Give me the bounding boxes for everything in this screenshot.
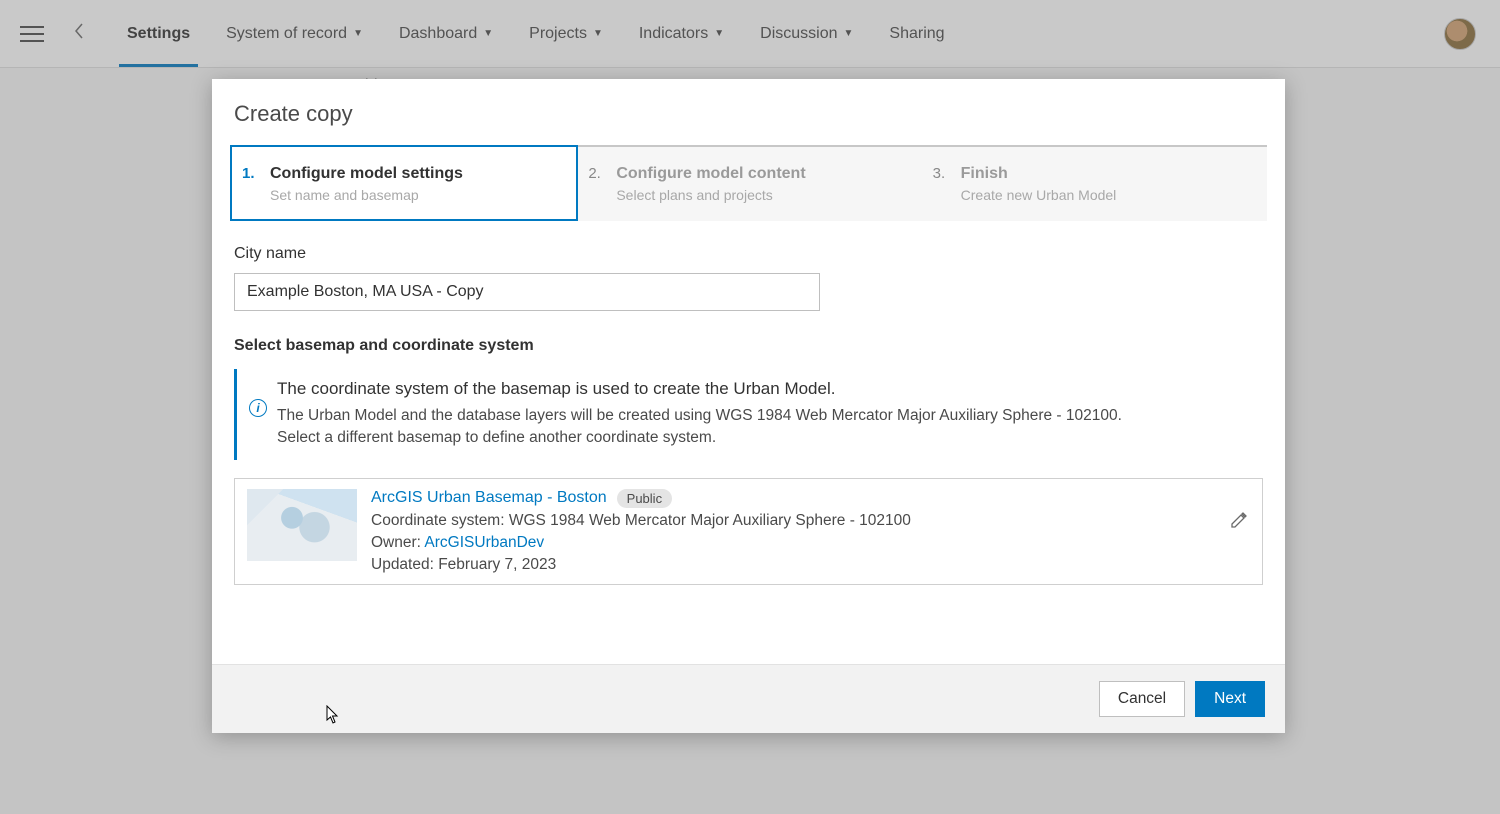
step-number: 1.	[242, 165, 260, 203]
step-number: 2.	[588, 165, 606, 205]
basemap-thumbnail	[247, 489, 357, 561]
dialog-body: City name Select basemap and coordinate …	[212, 221, 1285, 664]
info-text-2: Select a different basemap to define ano…	[277, 427, 1251, 449]
step-2[interactable]: 2. Configure model content Select plans …	[578, 145, 922, 221]
basemap-card: ArcGIS Urban Basemap - Boston Public Coo…	[234, 478, 1263, 585]
info-title: The coordinate system of the basemap is …	[277, 379, 1251, 399]
cursor-icon	[326, 705, 340, 725]
step-1[interactable]: 1. Configure model settings Set name and…	[230, 145, 578, 221]
next-button[interactable]: Next	[1195, 681, 1265, 717]
owner-link[interactable]: ArcGISUrbanDev	[424, 534, 544, 551]
basemap-crs: Coordinate system: WGS 1984 Web Mercator…	[371, 512, 1250, 530]
basemap-updated: Updated: February 7, 2023	[371, 556, 1250, 574]
basemap-card-body: ArcGIS Urban Basemap - Boston Public Coo…	[371, 489, 1250, 574]
step-title: Configure model settings	[270, 165, 463, 183]
step-number: 3.	[933, 165, 951, 205]
step-title: Configure model content	[616, 165, 805, 183]
dialog-title: Create copy	[212, 79, 1285, 145]
basemap-owner: Owner: ArcGISUrbanDev	[371, 534, 1250, 552]
step-subtitle: Select plans and projects	[616, 187, 805, 203]
step-3[interactable]: 3. Finish Create new Urban Model	[923, 145, 1267, 221]
step-subtitle: Set name and basemap	[270, 187, 463, 203]
cancel-button[interactable]: Cancel	[1099, 681, 1185, 717]
basemap-section-label: Select basemap and coordinate system	[234, 337, 1263, 355]
step-title: Finish	[961, 165, 1117, 183]
basemap-title-link[interactable]: ArcGIS Urban Basemap - Boston	[371, 489, 607, 507]
info-text-1: The Urban Model and the database layers …	[277, 405, 1251, 427]
dialog-footer: Cancel Next	[212, 664, 1285, 733]
city-name-input[interactable]	[234, 273, 820, 311]
create-copy-dialog: Create copy 1. Configure model settings …	[212, 79, 1285, 733]
edit-basemap-button[interactable]	[1230, 511, 1248, 534]
city-name-label: City name	[234, 245, 1263, 263]
info-icon: i	[249, 399, 267, 417]
public-badge: Public	[617, 489, 672, 508]
info-callout: i The coordinate system of the basemap i…	[234, 369, 1263, 460]
step-subtitle: Create new Urban Model	[961, 187, 1117, 203]
wizard-steps: 1. Configure model settings Set name and…	[230, 145, 1267, 221]
